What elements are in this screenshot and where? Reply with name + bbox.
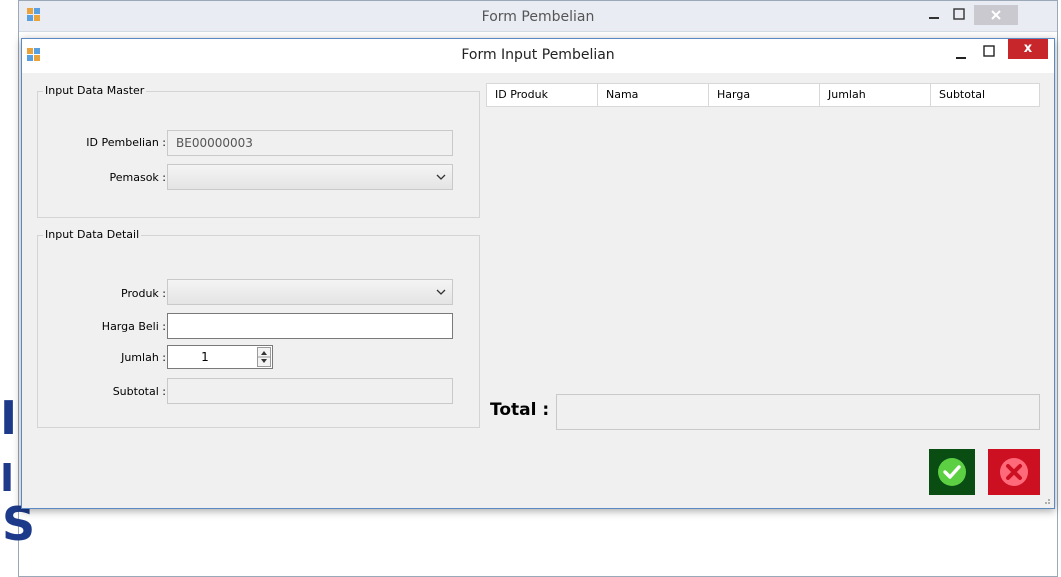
close-icon <box>991 10 1001 20</box>
chevron-down-icon <box>436 174 446 180</box>
subtotal-label: Subtotal : <box>112 385 166 398</box>
minimize-icon[interactable] <box>924 5 944 25</box>
dialog-title: Form Input Pembelian <box>461 47 615 63</box>
form-input-pembelian-dialog: Form Input Pembelian x Input Data Master… <box>21 38 1055 509</box>
dialog-titlebar: Form Input Pembelian x <box>22 39 1054 73</box>
id-pembelian-field[interactable]: BE00000003 <box>167 130 453 156</box>
minimize-icon[interactable] <box>950 45 972 63</box>
maximize-icon[interactable] <box>949 5 969 25</box>
jumlah-value: 1 <box>201 350 209 364</box>
master-legend: Input Data Master <box>43 84 147 98</box>
grid-header: ID Produk Nama Harga Jumlah Subtotal <box>486 83 1040 107</box>
maximize-icon[interactable] <box>978 43 1000 61</box>
produk-combobox[interactable] <box>167 279 453 305</box>
save-button[interactable] <box>929 449 975 495</box>
total-field[interactable] <box>556 394 1040 430</box>
pemasok-combobox[interactable] <box>167 164 453 190</box>
background-titlebar: Form Pembelian <box>19 1 1057 32</box>
master-groupbox: Input Data Master ID Pembelian : BE00000… <box>37 84 480 218</box>
cancel-x-icon <box>1000 458 1028 486</box>
total-label: Total : <box>490 400 550 420</box>
subtotal-field[interactable] <box>167 378 453 404</box>
chevron-down-icon <box>436 289 446 295</box>
column-header-subtotal[interactable]: Subtotal <box>931 84 1039 106</box>
spin-arrows-icon <box>258 351 270 363</box>
close-button[interactable]: x <box>1008 39 1048 59</box>
harga-beli-input[interactable] <box>167 313 453 339</box>
stepper-buttons[interactable] <box>257 347 271 367</box>
column-header-id-produk[interactable]: ID Produk <box>487 84 598 106</box>
cancel-button[interactable] <box>988 449 1040 495</box>
partial-letter: I <box>0 456 15 500</box>
id-pembelian-label: ID Pembelian : <box>86 136 166 149</box>
detail-groupbox: Input Data Detail Produk : Harga Beli : … <box>37 228 480 428</box>
jumlah-stepper[interactable]: 1 <box>167 345 273 369</box>
column-header-nama[interactable]: Nama <box>598 84 709 106</box>
pemasok-label: Pemasok : <box>109 171 167 184</box>
pembelian-detail-grid[interactable]: ID Produk Nama Harga Jumlah Subtotal <box>486 83 1040 421</box>
column-header-harga[interactable]: Harga <box>709 84 820 106</box>
produk-label: Produk : <box>121 287 166 300</box>
column-header-jumlah[interactable]: Jumlah <box>820 84 931 106</box>
harga-beli-label: Harga Beli : <box>101 320 166 333</box>
detail-legend: Input Data Detail <box>43 228 142 242</box>
background-window-title: Form Pembelian <box>481 9 595 25</box>
close-button[interactable] <box>974 5 1018 25</box>
partial-letter: I <box>0 391 18 445</box>
resize-grip-icon[interactable] <box>1041 495 1051 505</box>
jumlah-label: Jumlah : <box>121 351 166 364</box>
check-icon <box>938 458 966 486</box>
